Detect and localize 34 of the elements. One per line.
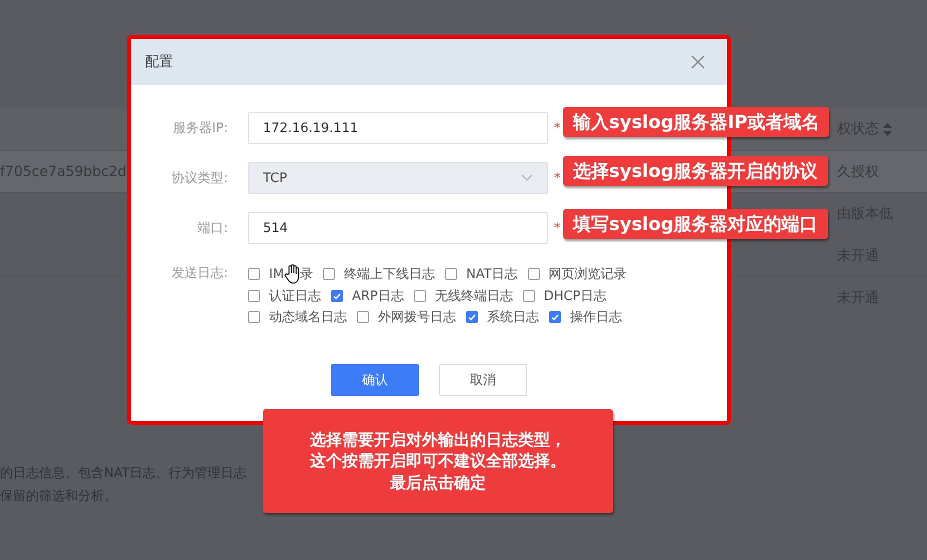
- log-checkbox[interactable]: 无线终端日志: [414, 287, 513, 305]
- annotation-callout: 填写syslog服务器对应的端口: [563, 209, 828, 239]
- log-checkbox[interactable]: ARP日志: [331, 287, 404, 305]
- checkmark-icon: [551, 314, 559, 320]
- annotation-callout: 输入syslog服务器IP或者域名: [563, 107, 830, 137]
- input-field[interactable]: 514: [248, 212, 548, 244]
- log-checkbox[interactable]: 网页浏览记录: [528, 264, 627, 284]
- annotation-callout: 选择需要开启对外输出的日志类型， 这个按需开启即可不建议全部选择。 最后点击确定: [263, 409, 613, 513]
- log-checkbox[interactable]: 外网拨号日志: [357, 308, 456, 326]
- log-checkbox[interactable]: DHCP日志: [522, 287, 606, 305]
- log-checkbox[interactable]: 认证日志: [248, 287, 321, 305]
- log-checkbox[interactable]: NAT日志: [445, 264, 518, 284]
- annotation-callout: 选择syslog服务器开启的协议: [563, 156, 828, 186]
- field-label: 端口:: [196, 220, 228, 237]
- field-label: 服务器IP:: [172, 120, 228, 137]
- required-asterisk: *: [554, 120, 560, 136]
- checkmark-icon: [468, 314, 476, 320]
- cancel-button[interactable]: 取消: [439, 364, 527, 396]
- required-asterisk: *: [554, 220, 560, 236]
- log-checkbox[interactable]: 系统日志: [466, 308, 539, 326]
- sort-icon[interactable]: [883, 122, 892, 136]
- close-icon[interactable]: [691, 55, 705, 69]
- field-label: 协议类型:: [170, 170, 228, 187]
- log-checkbox[interactable]: 动态域名日志: [248, 308, 347, 326]
- chevron-down-icon: [521, 174, 533, 182]
- input-field[interactable]: 172.16.19.111: [248, 112, 548, 144]
- log-checkbox[interactable]: 终端上下线日志: [323, 264, 436, 284]
- confirm-button[interactable]: 确认: [331, 364, 419, 396]
- log-checkbox[interactable]: IM 录: [248, 264, 314, 284]
- dialog-title: 配置: [145, 53, 173, 71]
- checkmark-icon: [333, 292, 341, 300]
- required-asterisk: *: [554, 170, 560, 186]
- field-label: 发送日志:: [170, 265, 228, 282]
- log-checkbox[interactable]: 操作日志: [549, 308, 622, 326]
